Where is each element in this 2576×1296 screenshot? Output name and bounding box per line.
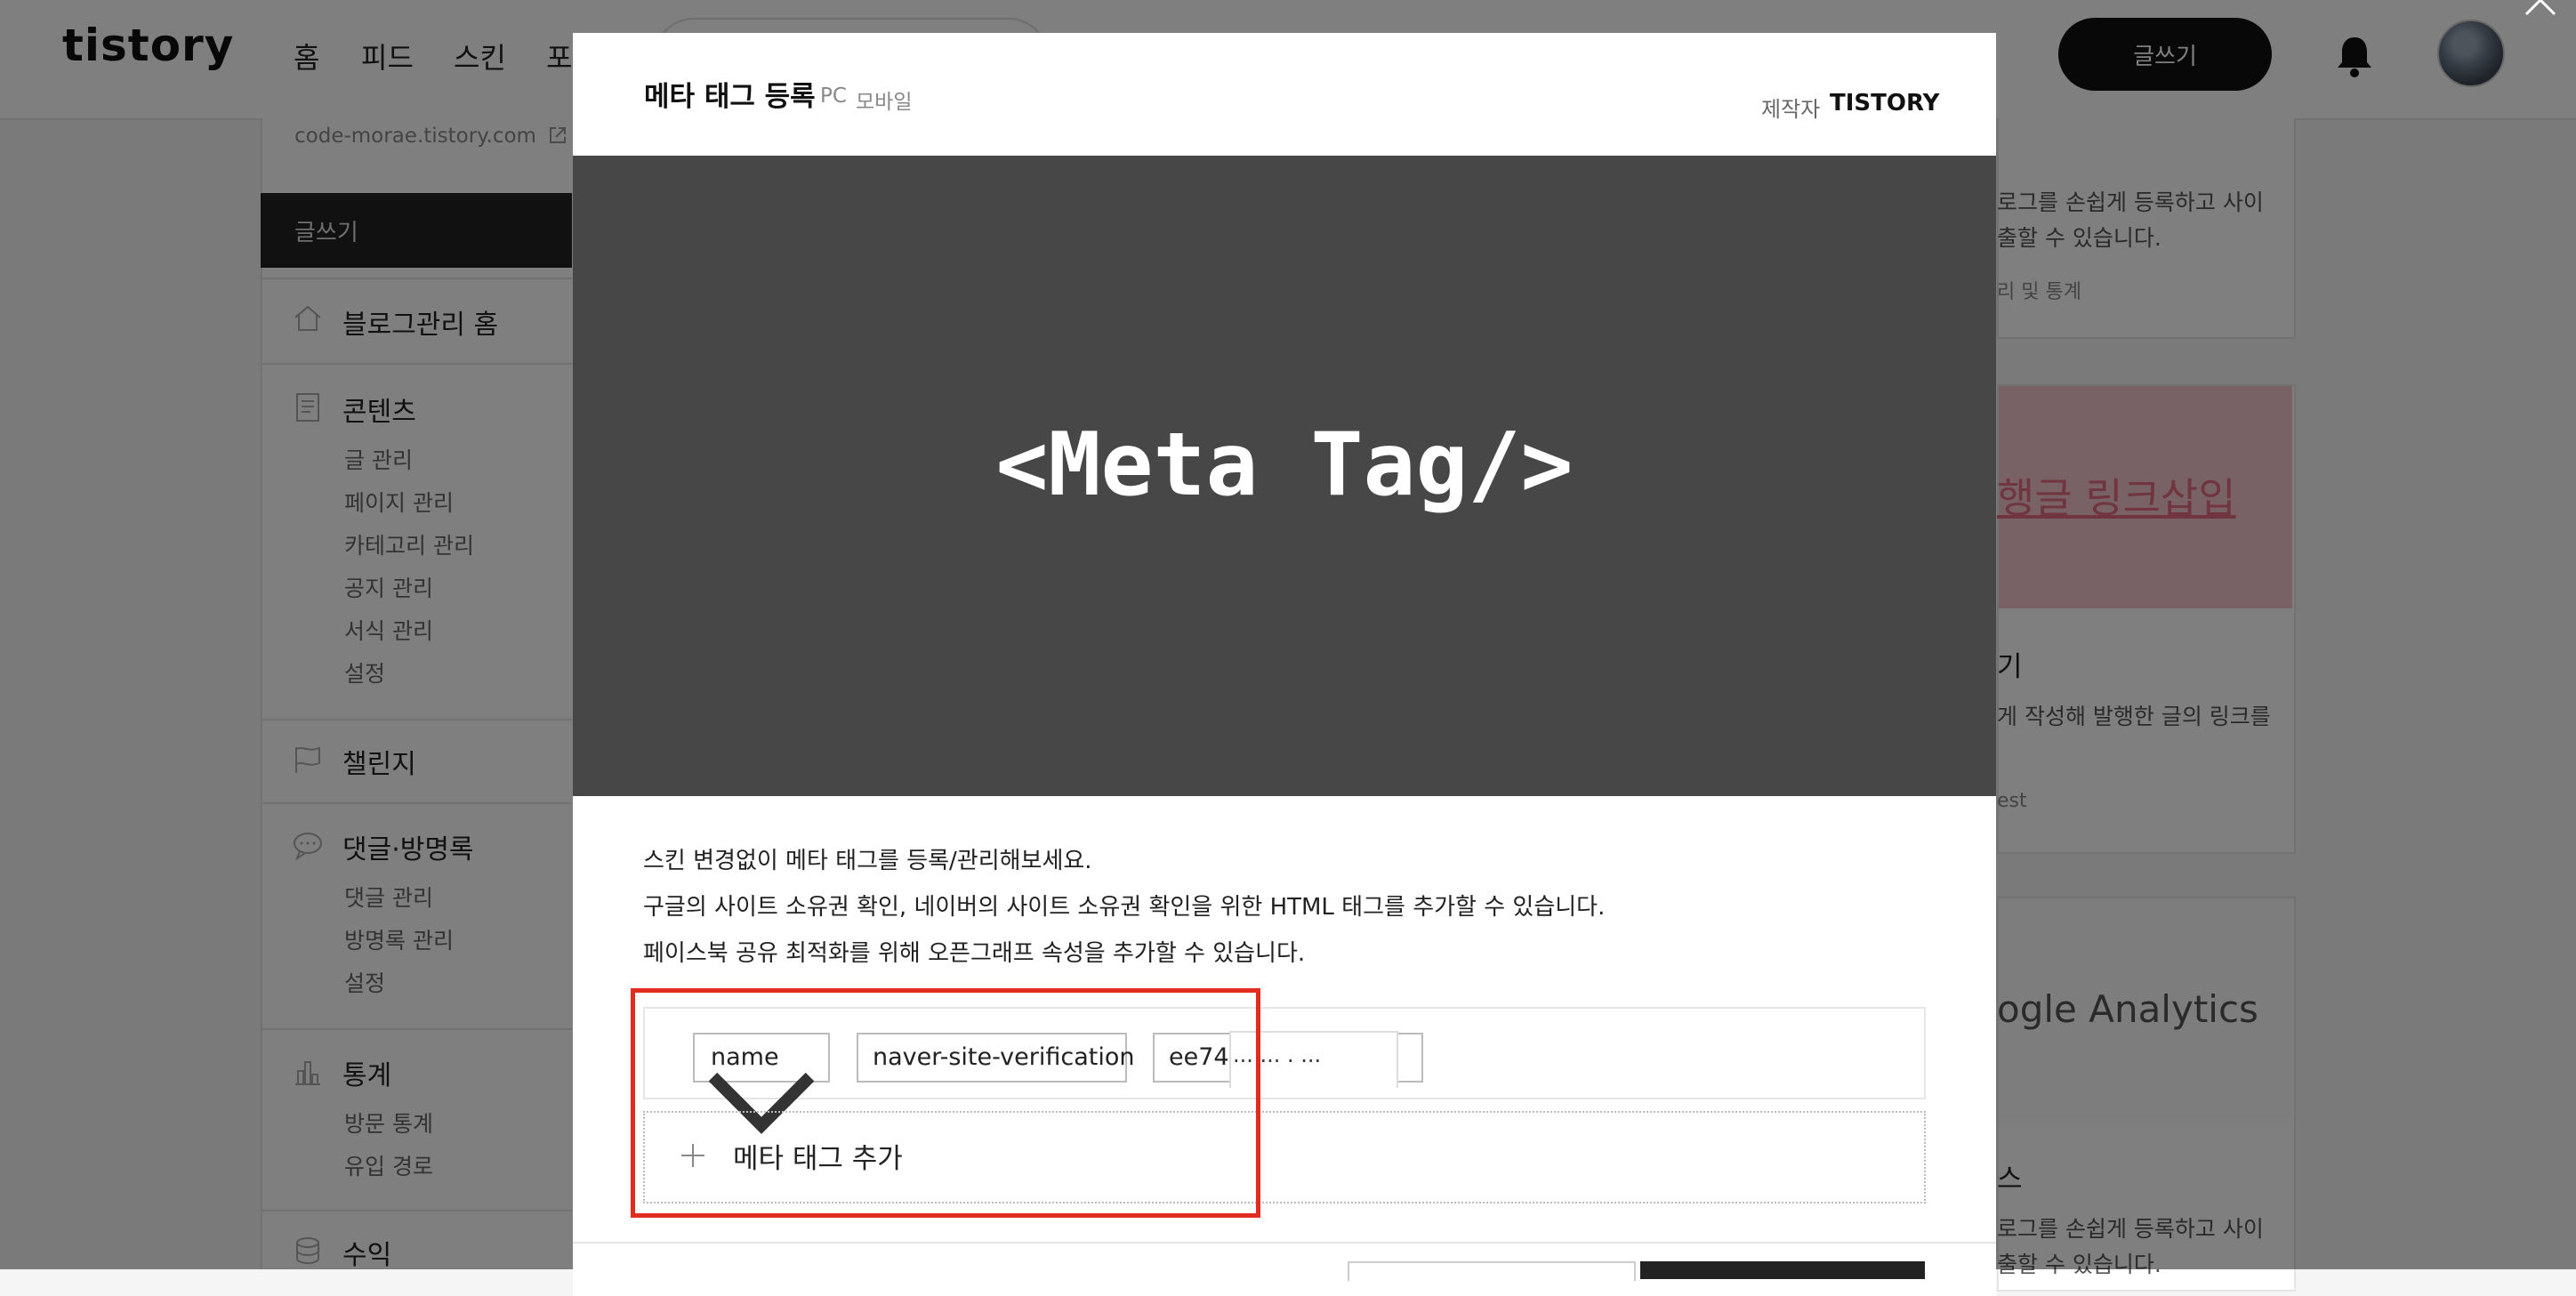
device-label-mobile: 모바일 [856, 91, 913, 114]
preview-text: <Meta Tag/> [995, 415, 1574, 516]
highlight-box [631, 988, 1260, 1218]
modal-description: 페이스북 공유 최적화를 위해 오픈그래프 속성을 추가할 수 있습니다. [643, 940, 1306, 967]
modal-description: 스킨 변경없이 메타 태그를 등록/관리해보세요. [643, 848, 1092, 874]
close-icon[interactable] [2514, 0, 2567, 27]
device-label-pc: PC [820, 85, 847, 108]
author-label: 제작자 [1761, 97, 1821, 122]
modal-footer-divider [573, 1242, 1996, 1244]
modal-title: 메타 태그 등록 [644, 81, 816, 113]
plugin-preview-banner: <Meta Tag/> [573, 156, 1996, 796]
modal-description: 구글의 사이트 소유권 확인, 네이버의 사이트 소유권 확인을 위한 HTML… [643, 894, 1606, 921]
author-name: TISTORY [1830, 90, 1940, 117]
cancel-button[interactable] [1348, 1261, 1636, 1281]
save-button[interactable] [1640, 1261, 1925, 1279]
